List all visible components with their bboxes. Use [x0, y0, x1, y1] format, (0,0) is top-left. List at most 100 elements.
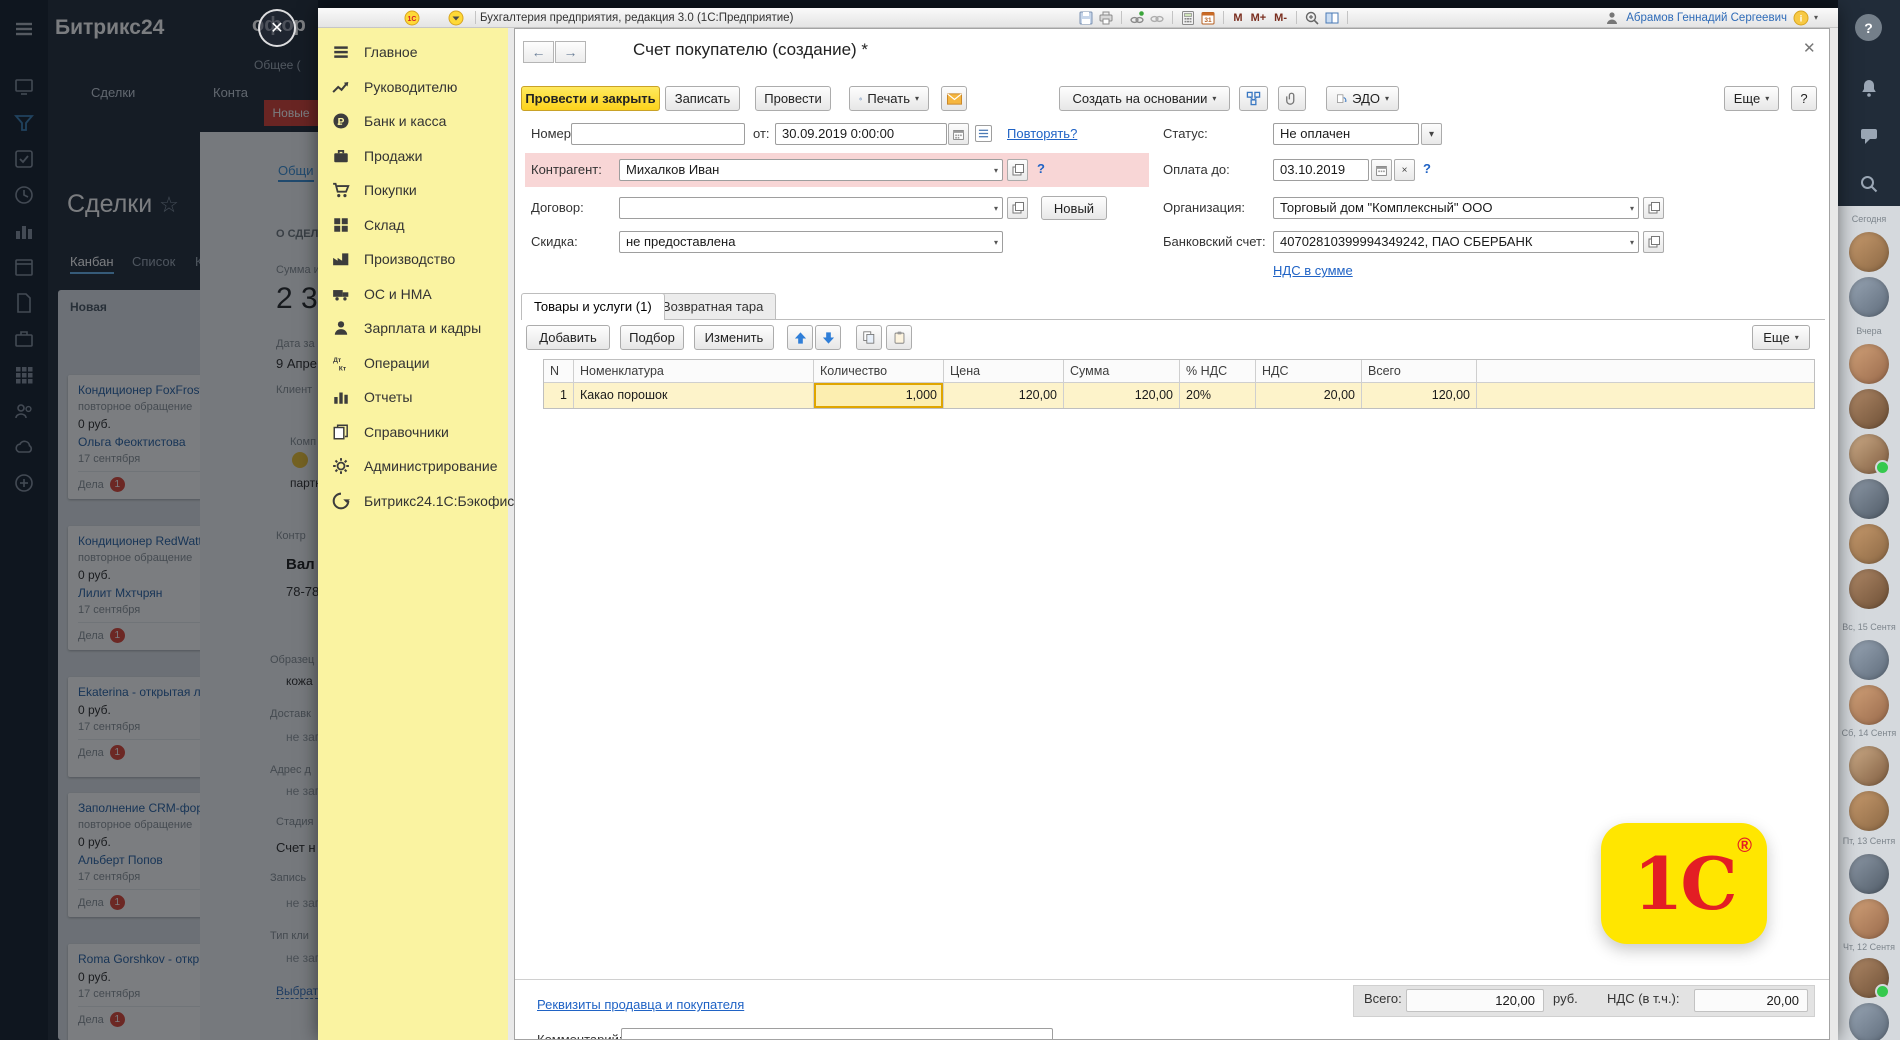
avatar[interactable] — [1849, 1003, 1889, 1040]
menu-item-pokupki[interactable]: Покупки — [318, 173, 508, 208]
new-contract-button[interactable]: Новый — [1041, 196, 1107, 220]
chevron-down-icon[interactable]: ▾ — [1630, 199, 1634, 219]
avatar[interactable] — [1849, 569, 1889, 609]
post-and-close-button[interactable]: Провести и закрыть — [521, 86, 660, 111]
menu-item-prodazhi[interactable]: Продажи — [318, 139, 508, 174]
date-calendar-button[interactable] — [948, 123, 969, 145]
overlay-close-button[interactable]: ✕ — [258, 9, 296, 47]
pay-until-calendar-button[interactable] — [1371, 159, 1392, 181]
tab-returnable-packaging[interactable]: Возвратная тара — [649, 293, 776, 319]
status-select[interactable]: Не оплачен — [1273, 123, 1419, 145]
avatar[interactable] — [1849, 640, 1889, 680]
memory-m-button[interactable]: M — [1233, 12, 1242, 24]
info-icon[interactable]: i — [1793, 10, 1809, 25]
chevron-down-icon[interactable]: ▾ — [1630, 233, 1634, 253]
contragent-input[interactable]: Михалков Иван▾ — [619, 159, 1003, 181]
help-button[interactable]: ? — [1791, 86, 1817, 111]
menu-item-bank-i-kassa[interactable]: PБанк и касса — [318, 104, 508, 139]
avatar[interactable] — [1849, 434, 1889, 474]
avatar[interactable] — [1849, 277, 1889, 317]
more-button[interactable]: Еще▾ — [1724, 86, 1779, 111]
history-list-button[interactable] — [975, 125, 992, 142]
menu-item-os-i-nma[interactable]: ОС и НМА — [318, 277, 508, 312]
move-down-button[interactable] — [815, 325, 841, 350]
nav-back-button[interactable]: ← — [523, 41, 554, 63]
chevron-down-icon[interactable]: ▾ — [994, 199, 998, 219]
avatar[interactable] — [1849, 344, 1889, 384]
requisites-link[interactable]: Реквизиты продавца и покупателя — [537, 997, 744, 1012]
avatar[interactable] — [1849, 746, 1889, 786]
menu-item-rukovoditelyu[interactable]: Руководителю — [318, 70, 508, 105]
post-button[interactable]: Провести — [755, 86, 831, 111]
pay-until-help[interactable]: ? — [1423, 161, 1431, 176]
repeat-link[interactable]: Повторять? — [1007, 126, 1077, 141]
help-icon[interactable]: ? — [1855, 14, 1882, 41]
status-dropdown-button[interactable]: ▾ — [1421, 123, 1442, 145]
bell-icon[interactable] — [1859, 78, 1879, 98]
copy-row-button[interactable] — [856, 325, 882, 350]
chevron-down-icon[interactable]: ▾ — [994, 233, 998, 253]
avatar[interactable] — [1849, 791, 1889, 831]
avatar[interactable] — [1849, 854, 1889, 894]
main-menu-icon[interactable] — [448, 10, 464, 25]
print-icon[interactable] — [1098, 10, 1114, 25]
send-email-button[interactable] — [941, 86, 967, 111]
paste-row-button[interactable] — [886, 325, 912, 350]
organization-open-button[interactable] — [1643, 197, 1664, 219]
comment-input[interactable] — [621, 1028, 1053, 1040]
avatar[interactable] — [1849, 899, 1889, 939]
save-icon[interactable] — [1078, 10, 1094, 25]
search-icon[interactable] — [1859, 174, 1879, 194]
number-input[interactable] — [571, 123, 745, 145]
contragent-help[interactable]: ? — [1037, 161, 1045, 176]
menu-item-administrirovanie[interactable]: Администрирование — [318, 449, 508, 484]
menu-item-proizvodstvo[interactable]: Производство — [318, 242, 508, 277]
calendar-31-icon[interactable]: 31 — [1200, 10, 1216, 25]
table-more-button[interactable]: Еще▾ — [1752, 325, 1810, 350]
doc-date-input[interactable]: 30.09.2019 0:00:00 — [775, 123, 947, 145]
form-close-button[interactable]: ✕ — [1803, 39, 1816, 57]
add-link-icon[interactable] — [1129, 10, 1145, 25]
nav-forward-button[interactable]: → — [555, 41, 586, 63]
pick-button[interactable]: Подбор — [620, 325, 684, 350]
chat-icon[interactable] — [1859, 126, 1879, 146]
bank-account-input[interactable]: 40702810399994349242, ПАО СБЕРБАНК▾ — [1273, 231, 1639, 253]
link-icon[interactable] — [1149, 10, 1165, 25]
create-based-on-button[interactable]: Создать на основании▾ — [1059, 86, 1230, 111]
menu-item-glavnoe[interactable]: Главное — [318, 35, 508, 70]
menu-item-operacii[interactable]: ДтКтОперации — [318, 346, 508, 381]
memory-mplus-button[interactable]: M+ — [1251, 12, 1267, 24]
contract-input[interactable]: ▾ — [619, 197, 1003, 219]
organization-input[interactable]: Торговый дом "Комплексный" ООО▾ — [1273, 197, 1639, 219]
add-row-button[interactable]: Добавить — [526, 325, 610, 350]
avatar[interactable] — [1849, 479, 1889, 519]
avatar[interactable] — [1849, 389, 1889, 429]
chevron-down-icon[interactable]: ▾ — [994, 161, 998, 181]
save-button[interactable]: Записать — [665, 86, 740, 111]
attachments-button[interactable] — [1278, 86, 1306, 111]
current-user[interactable]: Абрамов Геннадий Сергеевич — [1626, 12, 1787, 24]
tab-goods-services[interactable]: Товары и услуги (1) — [521, 293, 665, 320]
avatar[interactable] — [1849, 685, 1889, 725]
zoom-icon[interactable] — [1304, 10, 1320, 25]
selected-cell[interactable]: 1,000 — [814, 383, 944, 408]
menu-item-bitrix24-backoffice[interactable]: Битрикс24.1С:Бэкофис — [318, 484, 508, 519]
table-row[interactable]: 1 Какао порошок 1,000 120,00 120,00 20% … — [544, 383, 1814, 408]
contract-open-button[interactable] — [1007, 197, 1028, 219]
discount-select[interactable]: не предоставлена▾ — [619, 231, 1003, 253]
edit-button[interactable]: Изменить — [694, 325, 774, 350]
memory-mminus-button[interactable]: M- — [1274, 12, 1287, 24]
menu-item-zarplata-i-kadry[interactable]: Зарплата и кадры — [318, 311, 508, 346]
menu-item-sklad[interactable]: Склад — [318, 208, 508, 243]
menu-item-spravochniki[interactable]: Справочники — [318, 415, 508, 450]
menu-item-otchety[interactable]: Отчеты — [318, 380, 508, 415]
avatar[interactable] — [1849, 232, 1889, 272]
pay-until-clear-button[interactable]: × — [1394, 159, 1415, 181]
edo-button[interactable]: ЭДО▾ — [1326, 86, 1399, 111]
pay-until-input[interactable]: 03.10.2019 — [1273, 159, 1369, 181]
print-button[interactable]: Печать▾ — [849, 86, 929, 111]
chevron-down-icon[interactable]: ▾ — [1814, 13, 1818, 22]
structure-button[interactable] — [1239, 86, 1268, 111]
avatar[interactable] — [1849, 524, 1889, 564]
calculator-icon[interactable] — [1180, 10, 1196, 25]
